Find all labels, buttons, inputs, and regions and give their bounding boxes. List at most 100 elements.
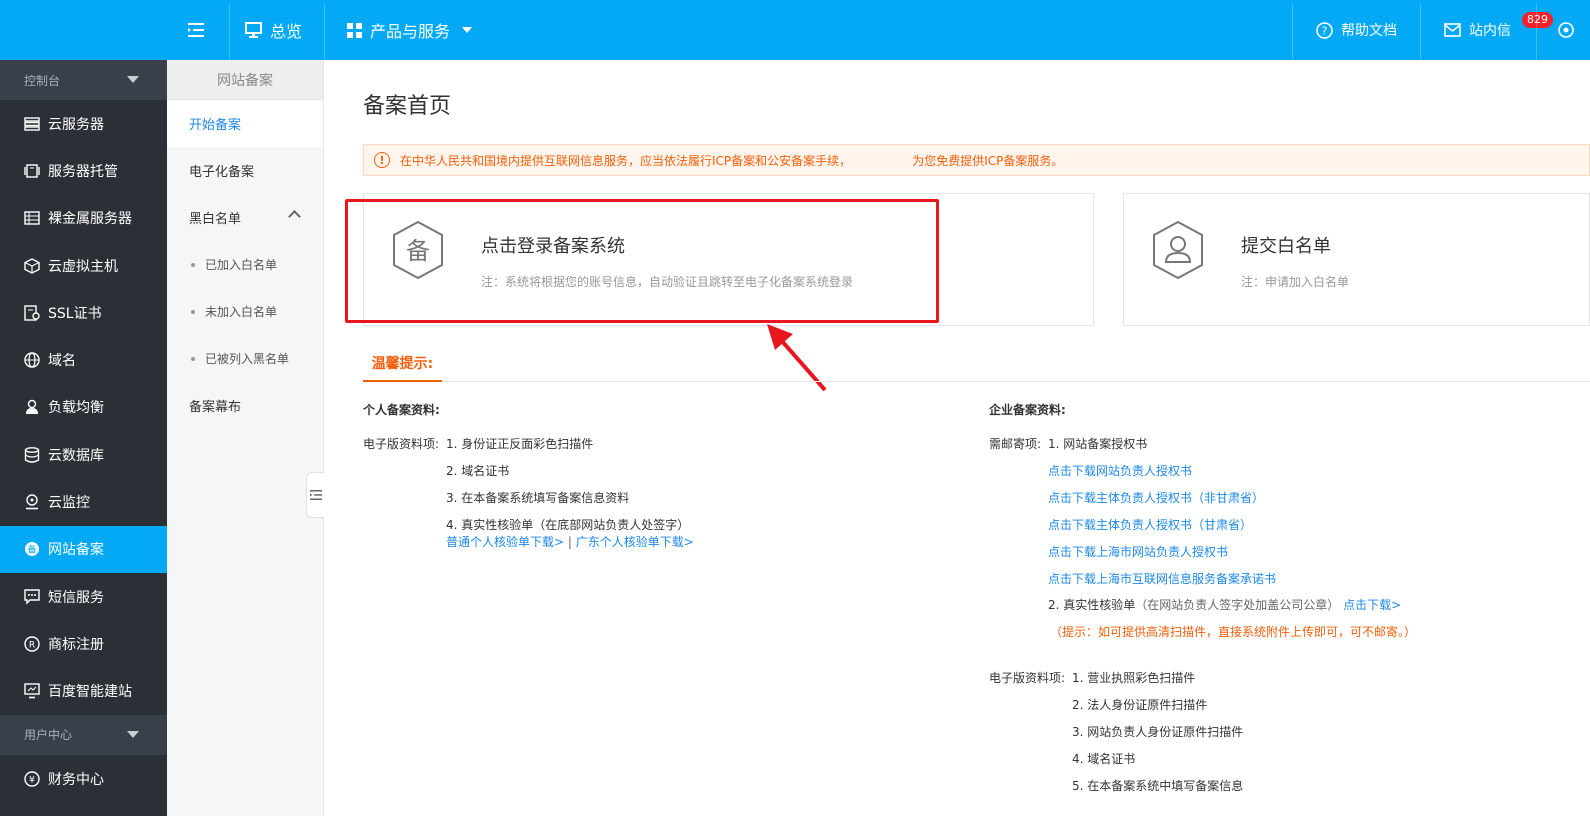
link-divider: | [567,535,572,549]
enterprise-elec-item-5: 5. 在本备案系统中填写备案信息 [1072,779,1244,793]
sidebar-item-label: 云监控 [48,495,90,512]
filing-icon: 备 [24,541,40,557]
download-subject-auth-gansu-link[interactable]: 点击下载主体负责人授权书（甘肃省） [1048,516,1252,533]
monitor-icon [245,22,262,38]
submenu-item-black-white-list[interactable]: 黑白名单 [167,194,323,241]
download-shanghai-auth-link[interactable]: 点击下载上海市网站负责人授权书 [1048,543,1228,560]
sidebar-item-bare-metal[interactable]: 裸金属服务器 [0,195,167,242]
download-shanghai-pledge-link[interactable]: 点击下载上海市互联网信息服务备案承诺书 [1048,570,1276,587]
products-label: 产品与服务 [370,22,451,41]
sidebar-item-label: 云虚拟主机 [48,258,118,275]
sidebar: 控制台 云服务器 服务器托管 裸金属服务器 云虚拟主机 SSL证书 域名 负载均… [0,60,167,816]
tab-tips[interactable]: 温馨提示: [363,345,442,382]
warning-icon: ! [374,152,390,168]
menu-toggle-button[interactable] [188,0,206,60]
settings-button[interactable] [1558,0,1574,60]
enterprise-elec-item-4: 4. 域名证书 [1072,752,1136,766]
guangdong-verify-download-link[interactable]: 广东个人核验单下载> [576,535,694,549]
chevron-up-icon [288,210,301,223]
enterprise-tip: （提示：如可提供高清扫描件，直接系统附件上传即可，可不邮寄。） [1050,625,1417,639]
sidebar-item-virtual-host[interactable]: 云虚拟主机 [0,242,167,289]
notice-banner: ! 在中华人民共和国境内提供互联网信息服务，应当依法履行ICP备案和公安备案手续… [363,144,1590,176]
sidebar-item-monitor[interactable]: 云监控 [0,478,167,525]
notice-text: 在中华人民共和国境内提供互联网信息服务，应当依法履行ICP备案和公安备案手续， … [400,153,1064,168]
submenu-item-label: 黑白名单 [189,212,242,227]
enterprise-mail-item-2: 2. 真实性核验单（在网站负责人签字处加盖公司公章） 点击下载> [1048,596,1401,613]
sidebar-item-label: 裸金属服务器 [48,211,132,228]
sidebar-item-label: 云服务器 [48,116,104,133]
sidebar-item-database[interactable]: 云数据库 [0,431,167,478]
registered-icon: R [24,636,40,652]
sidebar-item-sms[interactable]: 短信服务 [0,573,167,620]
sidebar-item-trademark[interactable]: R 商标注册 [0,620,167,667]
sidebar-group-label: 控制台 [24,73,61,88]
desktop-chart-icon [24,683,40,699]
overview-label: 总览 [270,22,303,41]
highlight-annotation-box [345,199,939,323]
svg-text:¥: ¥ [29,775,35,785]
sidebar-item-label: SSL证书 [48,305,102,322]
tips-tabs: 温馨提示: [363,345,1590,382]
personal-item-1: 1. 身份证正反面彩色扫描件 [446,437,594,451]
download-verify-sheet-link[interactable]: 点击下载> [1343,598,1401,612]
globe-icon [24,352,40,368]
sidebar-item-domain[interactable]: 域名 [0,336,167,383]
user-nodes-icon [24,399,40,415]
sidebar-item-cloud-server[interactable]: 云服务器 [0,100,167,147]
sidebar-item-label: 商标注册 [48,636,104,653]
sidebar-item-ssl[interactable]: SSL证书 [0,289,167,336]
collapse-submenu-button[interactable] [306,472,324,518]
main-content: 备案首页 ! 在中华人民共和国境内提供互联网信息服务，应当依法履行ICP备案和公… [324,60,1590,816]
page-title: 备案首页 [363,94,452,119]
monitor-user-icon [24,494,40,510]
mail-item-2-label: 2. 真实性核验单 [1048,598,1136,612]
cube-icon [24,257,40,274]
submenu-item-electronic-filing[interactable]: 电子化备案 [167,147,323,194]
submit-whitelist-note: 注：申请加入白名单 [1241,275,1350,289]
grid-icon [347,22,362,38]
submenu-item-whitelisted[interactable]: 已加入白名单 [167,241,323,288]
personal-verify-download-link[interactable]: 普通个人核验单下载> [446,535,564,549]
svg-text:?: ? [1322,24,1328,37]
submenu: 网站备案 开始备案 电子化备案 黑白名单 已加入白名单 未加入白名单 已被列入黑… [167,60,324,816]
download-site-owner-auth-link[interactable]: 点击下载网站负责人授权书 [1048,462,1192,479]
overview-nav[interactable]: 总览 [245,0,302,60]
enterprise-mail-label: 需邮寄项: [989,437,1042,451]
svg-text:R: R [29,640,35,650]
enterprise-elec-item-2: 2. 法人身份证原件扫描件 [1072,698,1208,712]
personal-title: 个人备案资料: [363,403,440,417]
messages-label: 站内信 [1469,23,1511,39]
sidebar-item-label: 云数据库 [48,447,104,464]
svg-text:备: 备 [27,544,36,556]
sidebar-group-console[interactable]: 控制台 [0,60,167,100]
sidebar-group-user-center[interactable]: 用户中心 [0,714,167,755]
sidebar-item-icp-filing[interactable]: 备 网站备案 [0,525,167,573]
personal-item-3: 3. 在本备案系统填写备案信息资料 [446,491,630,505]
enterprise-mail-item-1: 1. 网站备案授权书 [1048,437,1148,451]
help-docs-link[interactable]: ? 帮助文档 [1316,0,1397,60]
database-icon [24,446,40,463]
rack-icon [24,163,40,179]
sidebar-group-label: 用户中心 [24,728,73,743]
message-icon [24,588,40,605]
submenu-item-not-whitelisted[interactable]: 未加入白名单 [167,288,323,335]
download-subject-auth-non-gansu-link[interactable]: 点击下载主体负责人授权书（非甘肃省） [1048,489,1264,506]
sidebar-item-label: 负载均衡 [48,400,104,417]
sidebar-item-site-builder[interactable]: 百度智能建站 [0,668,167,715]
sidebar-item-load-balancer[interactable]: 负载均衡 [0,384,167,431]
submenu-item-filing-curtain[interactable]: 备案幕布 [167,382,323,429]
user-hexagon-icon [1153,220,1203,280]
submenu-item-start-filing[interactable]: 开始备案 [167,100,323,147]
messages-link[interactable]: 站内信 [1444,0,1511,60]
sidebar-item-finance[interactable]: ¥ 财务中心 [0,755,167,802]
menu-fold-icon [188,23,204,37]
message-count-badge: 829 [1522,12,1553,28]
submenu-item-blacklisted[interactable]: 已被列入黑名单 [167,335,323,382]
products-dropdown[interactable]: 产品与服务 [347,0,473,60]
sidebar-item-server-hosting[interactable]: 服务器托管 [0,147,167,194]
caret-down-icon [462,27,473,33]
submit-whitelist-card[interactable]: 提交白名单 注：申请加入白名单 [1123,193,1590,326]
help-circle-icon: ? [1316,21,1333,39]
top-bar: 总览 产品与服务 ? 帮助文档 站内信 829 [0,0,1590,60]
enterprise-elec-item-1: 1. 营业执照彩色扫描件 [1072,671,1196,685]
